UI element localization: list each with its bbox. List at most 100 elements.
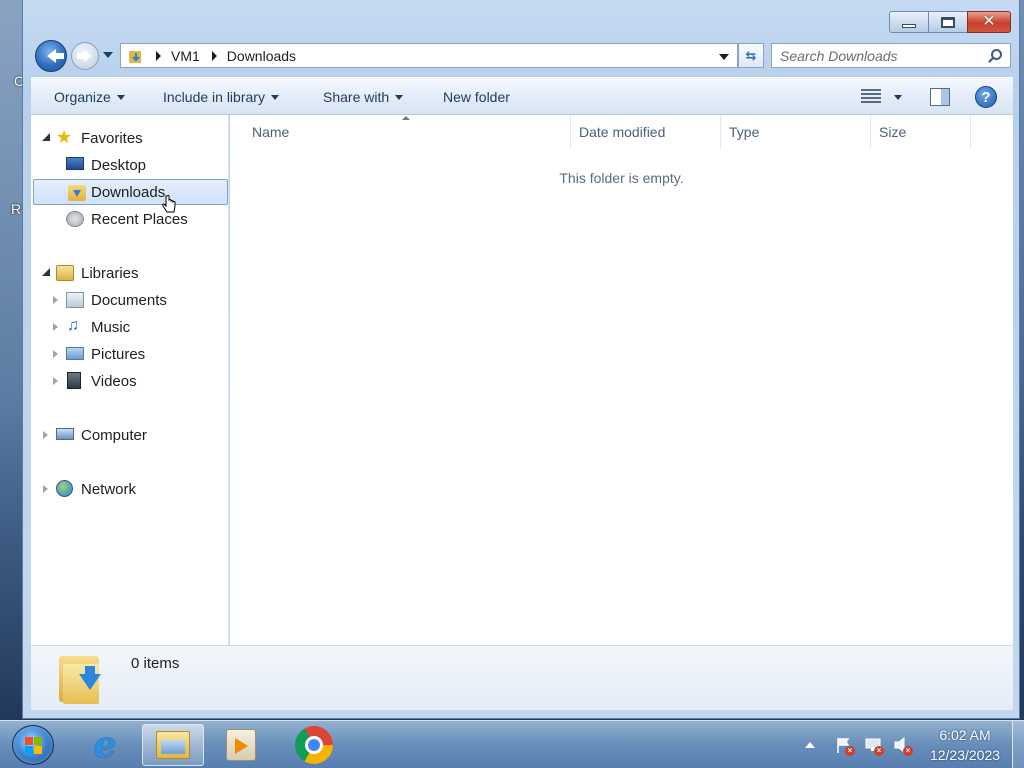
show-desktop-button[interactable] bbox=[1012, 721, 1024, 768]
address-history-dropdown[interactable] bbox=[719, 54, 729, 60]
column-header-size[interactable]: Size bbox=[871, 115, 971, 149]
nav-downloads-label: Downloads bbox=[91, 183, 166, 201]
navigation-row: VM1 Downloads ⇆ bbox=[23, 38, 1019, 74]
nav-pictures-label: Pictures bbox=[91, 345, 146, 363]
nav-downloads[interactable]: Downloads bbox=[33, 179, 228, 205]
music-expander-icon[interactable] bbox=[53, 323, 58, 331]
recent-places-icon bbox=[66, 211, 84, 227]
taskbar-chrome[interactable] bbox=[283, 724, 345, 766]
column-header-type[interactable]: Type bbox=[721, 115, 871, 149]
column-header-name[interactable]: Name bbox=[244, 115, 571, 149]
nav-desktop[interactable]: Desktop bbox=[61, 152, 221, 178]
item-count: 0 items bbox=[131, 655, 180, 672]
chrome-icon bbox=[295, 726, 333, 764]
star-icon: ★ bbox=[56, 127, 73, 147]
new-folder-label: New folder bbox=[443, 89, 510, 105]
nav-network[interactable]: Network bbox=[53, 476, 223, 502]
column-header-date-modified[interactable]: Date modified bbox=[571, 115, 721, 149]
pictures-expander-icon[interactable] bbox=[53, 350, 58, 358]
search-input[interactable] bbox=[780, 47, 985, 64]
share-with-menu[interactable]: Share with bbox=[323, 89, 404, 105]
breadcrumb-downloads[interactable]: Downloads bbox=[227, 48, 296, 64]
breadcrumb-vm1[interactable]: VM1 bbox=[171, 48, 200, 64]
chevron-down-icon bbox=[270, 95, 279, 100]
help-icon[interactable]: ? bbox=[975, 86, 997, 108]
nav-libraries-label: Libraries bbox=[81, 264, 139, 282]
nav-computer[interactable]: Computer bbox=[53, 422, 223, 448]
nav-music[interactable]: ♫ Music bbox=[61, 314, 221, 340]
network-status-icon[interactable]: × bbox=[864, 736, 884, 756]
computer-icon bbox=[56, 428, 74, 440]
back-button[interactable] bbox=[35, 40, 67, 72]
close-icon: ✕ bbox=[982, 13, 996, 30]
chevron-down-icon bbox=[116, 95, 125, 100]
close-button[interactable]: ✕ bbox=[967, 11, 1011, 33]
videos-expander-icon[interactable] bbox=[53, 377, 58, 385]
windows-explorer-icon bbox=[156, 731, 190, 759]
desktop-background bbox=[0, 0, 24, 720]
preview-pane-icon[interactable] bbox=[930, 88, 950, 106]
network-expander-icon[interactable] bbox=[43, 485, 48, 493]
nav-libraries[interactable]: Libraries bbox=[53, 260, 223, 286]
nav-favorites-label: Favorites bbox=[81, 129, 143, 147]
clock-date: 12/23/2023 bbox=[929, 747, 1001, 763]
system-clock[interactable]: 6:02 AM 12/23/2023 bbox=[920, 725, 1010, 765]
documents-expander-icon[interactable] bbox=[53, 296, 58, 304]
back-arrow-icon bbox=[46, 49, 64, 63]
start-button[interactable] bbox=[12, 725, 54, 765]
file-list-pane[interactable]: Name Date modified Type Size This folder… bbox=[230, 115, 1013, 645]
recent-pages-dropdown[interactable] bbox=[103, 52, 113, 58]
nav-videos-label: Videos bbox=[91, 372, 137, 390]
favorites-expander-icon[interactable] bbox=[42, 133, 50, 141]
share-with-label: Share with bbox=[323, 89, 390, 105]
breadcrumb-separator-icon[interactable] bbox=[211, 50, 217, 61]
nav-videos[interactable]: Videos bbox=[61, 368, 221, 394]
videos-icon bbox=[67, 372, 81, 389]
nav-recent-places[interactable]: Recent Places bbox=[61, 206, 221, 232]
include-in-library-menu[interactable]: Include in library bbox=[163, 89, 279, 105]
music-icon: ♫ bbox=[67, 317, 79, 334]
network-icon bbox=[56, 480, 73, 497]
taskbar-internet-explorer[interactable]: e bbox=[74, 724, 136, 766]
maximize-button[interactable] bbox=[928, 11, 968, 33]
details-pane: 0 items bbox=[31, 645, 1013, 710]
documents-icon bbox=[66, 292, 84, 308]
explorer-window: ✕ VM1 Downloads ⇆ Organize Include in li… bbox=[22, 0, 1020, 719]
desktop-icon-label-fragment: R bbox=[11, 201, 22, 217]
taskbar-windows-explorer[interactable] bbox=[142, 724, 204, 766]
downloads-folder-icon bbox=[128, 49, 144, 63]
downloads-folder-icon bbox=[59, 652, 103, 704]
refresh-button[interactable]: ⇆ bbox=[738, 43, 764, 68]
computer-expander-icon[interactable] bbox=[43, 431, 48, 439]
action-center-flag-icon[interactable]: × bbox=[835, 736, 855, 756]
minimize-button[interactable] bbox=[889, 11, 929, 33]
nav-documents[interactable]: Documents bbox=[61, 287, 221, 313]
change-view-icon[interactable] bbox=[861, 89, 881, 104]
chevron-down-icon bbox=[395, 95, 404, 100]
desktop-icon bbox=[66, 157, 84, 170]
nav-pictures[interactable]: Pictures bbox=[61, 341, 221, 367]
more-views-chevron-icon[interactable] bbox=[894, 95, 902, 100]
nav-favorites[interactable]: ★ Favorites bbox=[53, 125, 223, 151]
search-box[interactable] bbox=[771, 43, 1011, 68]
windows-logo-icon bbox=[25, 737, 43, 755]
search-icon[interactable] bbox=[991, 49, 1002, 60]
nav-network-label: Network bbox=[81, 480, 137, 498]
minimize-icon bbox=[902, 24, 916, 28]
libraries-icon bbox=[56, 265, 74, 281]
volume-muted-icon[interactable]: × bbox=[893, 736, 913, 756]
media-player-icon bbox=[226, 729, 256, 761]
organize-label: Organize bbox=[54, 89, 111, 105]
libraries-expander-icon[interactable] bbox=[42, 268, 50, 276]
include-in-library-label: Include in library bbox=[163, 89, 265, 105]
downloads-folder-icon bbox=[68, 185, 86, 201]
address-bar[interactable]: VM1 Downloads bbox=[120, 43, 738, 68]
show-hidden-icons-button[interactable] bbox=[805, 742, 815, 748]
organize-menu[interactable]: Organize bbox=[54, 89, 125, 105]
nav-desktop-label: Desktop bbox=[91, 156, 147, 174]
new-folder-button[interactable]: New folder bbox=[443, 89, 510, 105]
taskbar-media-player[interactable] bbox=[210, 724, 272, 766]
breadcrumb-separator-icon[interactable] bbox=[156, 50, 161, 61]
forward-button[interactable] bbox=[71, 42, 99, 70]
internet-explorer-icon: e bbox=[93, 724, 117, 766]
